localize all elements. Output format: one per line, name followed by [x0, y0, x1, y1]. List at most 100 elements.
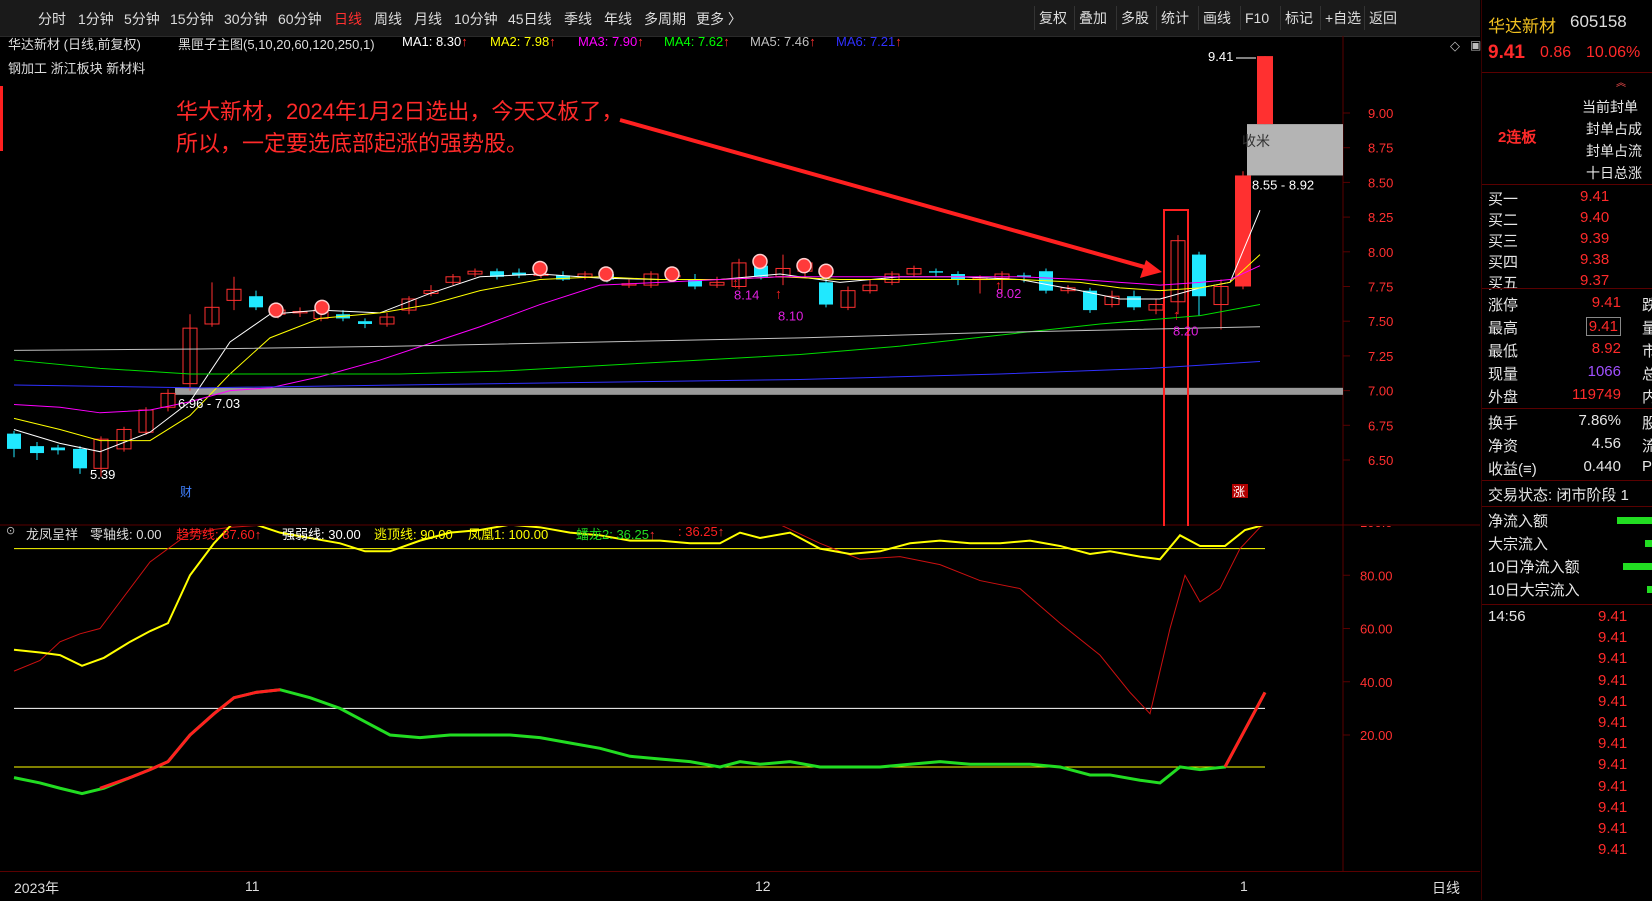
toolbar-button-6[interactable]: 标记: [1280, 6, 1317, 30]
stat2-value-2: 0.440: [1583, 458, 1621, 475]
annotation-line-1: 华大新材，2024年1月2日选出，今天又板了，: [176, 99, 624, 124]
period-label[interactable]: 日线: [1432, 878, 1460, 898]
up-arrow-icon: ↑: [254, 527, 262, 542]
period-tab-7[interactable]: 周线: [374, 9, 402, 29]
indicator-name[interactable]: 龙凤呈祥: [26, 524, 78, 543]
toolbar-button-8[interactable]: 返回: [1364, 6, 1401, 30]
ma6-line: [13, 360, 1261, 389]
ind-tick-3: 40.00: [1360, 675, 1393, 690]
candle-body-down: [73, 448, 87, 469]
lianban-badge: 2连板: [1498, 129, 1537, 146]
period-tab-1[interactable]: 1分钟: [78, 9, 114, 29]
seal-label-1: 当前封单: [1582, 99, 1638, 115]
collapse-icon[interactable]: ⊙: [6, 524, 15, 537]
ind-legend-5: 蟠龙2: 36.25↑: [576, 527, 656, 542]
label-814: 8.14: [734, 287, 759, 302]
chevron-up-icon[interactable]: ︽: [1616, 74, 1626, 89]
stat2-value-0: 7.86%: [1578, 412, 1621, 429]
signal-ball-icon: [664, 266, 680, 282]
price-tick-9: 6.75: [1368, 418, 1393, 433]
price-tick-5: 7.75: [1368, 280, 1393, 295]
candle-body-down: [51, 447, 65, 451]
toolbar-button-0[interactable]: 复权: [1034, 6, 1071, 30]
price-change: 0.86: [1540, 44, 1572, 61]
main-kline-chart[interactable]: 9.00 8.75 8.50 8.25 8.00 7.75 7.50 7.25 7.00 6.75…: [0, 34, 1481, 851]
indicator-svg[interactable]: 100.0 80.00 60.00 40.00 20.00: [0, 515, 1480, 871]
signal-ball-icon: [532, 260, 548, 277]
stat2-right-2: P: [1642, 458, 1652, 475]
toolbar-button-5[interactable]: F10: [1240, 6, 1273, 30]
stat2-label-2: 收益(≡): [1488, 461, 1537, 478]
window-toggle-icon[interactable]: ▣: [1470, 38, 1481, 52]
price-tick-3: 8.25: [1368, 210, 1393, 225]
candle-body-down: [30, 446, 44, 454]
period-tab-12[interactable]: 年线: [604, 9, 632, 29]
annotation-arrow: [619, 118, 1149, 270]
period-tab-4[interactable]: 30分钟: [224, 9, 268, 29]
seal-label-3: 封单占流: [1586, 143, 1642, 159]
price-tick-7: 7.25: [1368, 349, 1393, 364]
period-tab-13[interactable]: 多周期: [644, 9, 686, 29]
candle-body-down: [7, 433, 21, 449]
sector-tags[interactable]: 钢加工 浙江板块 新材料: [8, 58, 145, 77]
diamond-icon[interactable]: ◇: [1450, 38, 1460, 54]
period-toolbar: 分时 1分钟 5分钟 15分钟 30分钟 60分钟 日线 周线 月线 10分钟 45日线 季线 年线 多周…: [0, 0, 1480, 37]
period-tab-5[interactable]: 60分钟: [278, 9, 322, 29]
ma-legend-4: MA4: 7.62↑: [664, 34, 730, 49]
x-axis: 2023年 11 12 1 日线: [0, 871, 1480, 901]
stock-title: 华达新材 (日线,前复权): [8, 37, 141, 52]
indicator-chart[interactable]: 100.0 80.00 60.00 40.00 20.00 ⊙ 龙凤呈祥 零轴线: 0.…: [0, 515, 1480, 871]
toolbar-button-3[interactable]: 统计: [1156, 6, 1193, 30]
toolbar-button-1[interactable]: 叠加: [1074, 6, 1111, 30]
tick-price-6: 9.41: [1598, 735, 1628, 753]
tick-time: 14:56: [1488, 608, 1526, 625]
toolbar-button-4[interactable]: 画线: [1198, 6, 1235, 30]
main-indicator-name[interactable]: 黑匣子主图(5,10,20,60,120,250,1): [178, 34, 375, 53]
toolbar-button-7[interactable]: +自选: [1320, 6, 1365, 30]
tick-price-2: 9.41: [1598, 650, 1628, 668]
bid-label-3: 买三: [1488, 233, 1519, 250]
bid-price-1: 9.41: [1580, 188, 1610, 205]
phoenix-line: [13, 520, 1266, 667]
tick-price-10: 9.41: [1598, 820, 1628, 837]
period-tab-3[interactable]: 15分钟: [170, 9, 214, 29]
ind-legend-0: 零轴线: 0.00: [90, 527, 162, 542]
label-range1: 6.96 - 7.03: [178, 396, 240, 411]
period-tab-8[interactable]: 月线: [414, 9, 442, 29]
signal-ball-icon: [314, 299, 330, 316]
stat-value-1: 9.41: [1585, 317, 1621, 336]
up-arrow-icon: ↑: [649, 527, 656, 542]
up-arrow-icon: ↑: [637, 34, 644, 49]
stock-code: 605158: [1570, 12, 1627, 31]
tick-price-4: 9.41: [1598, 692, 1628, 710]
ma-legend-3: MA3: 7.90↑: [578, 34, 644, 49]
period-tab-6[interactable]: 日线: [334, 9, 362, 29]
flow-bar-3: [1647, 586, 1652, 593]
flow-label-0: 净流入额: [1488, 513, 1549, 530]
seal-label-4: 十日总涨: [1586, 165, 1642, 181]
arrow-head-icon: [1140, 260, 1162, 278]
zhang-badge: 涨: [1233, 484, 1245, 499]
price-tick-0: 9.00: [1368, 106, 1393, 121]
tick-price-0: 9.41: [1598, 608, 1628, 625]
period-tab-10[interactable]: 45日线: [508, 9, 552, 29]
period-tab-14[interactable]: 更多 〉: [696, 9, 742, 29]
support-band: [175, 387, 1343, 395]
annotation-line-2: 所以，一定要选底部起涨的强势股。: [176, 131, 529, 156]
period-tab-0[interactable]: 分时: [38, 9, 66, 29]
ind-legend-4: 凤凰1: 100.00: [468, 527, 549, 542]
price-change-pct: 10.06%: [1586, 44, 1641, 61]
up-arrow-icon: ↑: [895, 34, 902, 49]
period-tab-9[interactable]: 10分钟: [454, 9, 498, 29]
signal-ball-icon: [752, 253, 768, 270]
left-marker: [0, 86, 3, 151]
ma-legend-6: MA6: 7.21↑: [836, 34, 902, 49]
stat2-value-1: 4.56: [1591, 435, 1621, 452]
ma-legend-2: MA2: 7.98↑: [490, 34, 556, 49]
bid-label-5: 买五: [1488, 275, 1519, 292]
stat2-label-0: 换手: [1488, 415, 1519, 432]
period-tab-2[interactable]: 5分钟: [124, 9, 160, 29]
toolbar-button-2[interactable]: 多股: [1116, 6, 1153, 30]
dragon-line-red-end: [1223, 691, 1267, 768]
period-tab-11[interactable]: 季线: [564, 9, 592, 29]
